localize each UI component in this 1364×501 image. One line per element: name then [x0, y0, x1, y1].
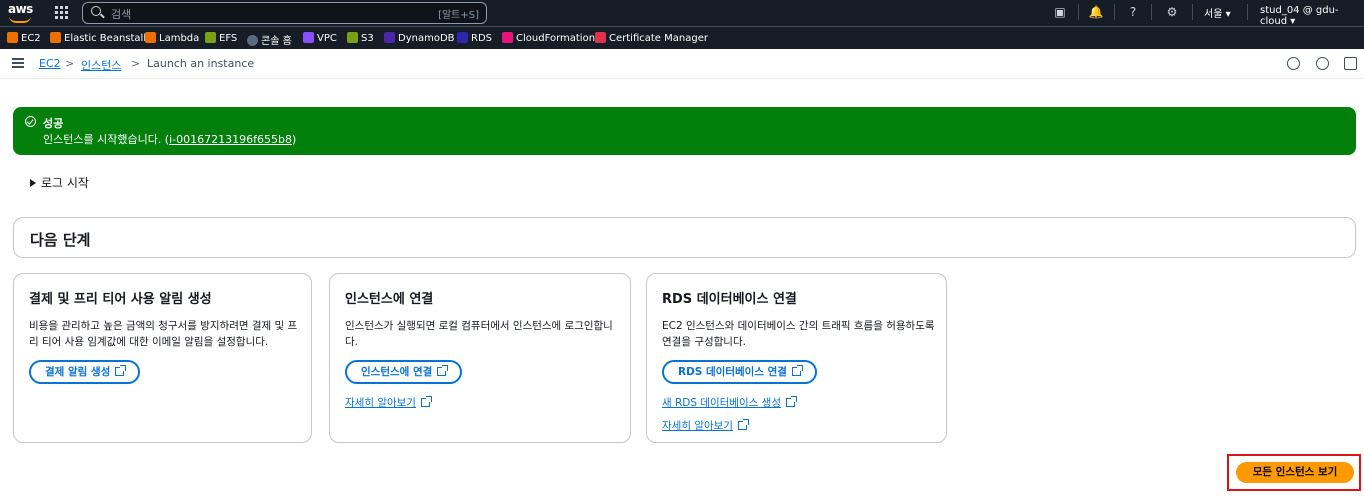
ec2-icon: [7, 32, 18, 43]
favorite-elastic-beanstalk[interactable]: Elastic Beanstalk: [50, 32, 149, 44]
connect-instance-button[interactable]: 인스턴스에 연결: [345, 360, 463, 384]
card-description: EC2 인스턴스와 데이터베이스 간의 트래픽 흐름을 허용하도록 연결을 구성…: [662, 320, 935, 348]
lambda-icon: [145, 32, 156, 43]
card-title: 결제 및 프리 티어 사용 알림 생성: [29, 292, 212, 307]
success-check-icon: [25, 116, 36, 127]
favorite-vpc[interactable]: VPC: [303, 32, 337, 44]
highlight-box: 모든 인스턴스 보기: [1227, 454, 1361, 491]
search-input[interactable]: 검색 [알트+S]: [82, 2, 487, 24]
external-link-icon: [737, 419, 749, 430]
settings-gear-icon[interactable]: ⚙: [1164, 4, 1180, 20]
favorite-ec2[interactable]: EC2: [7, 32, 41, 44]
launch-log-label: 로그 시작: [41, 176, 89, 190]
cloudformation-icon: [502, 32, 513, 43]
card-description: 인스턴스가 실행되면 로컬 컴퓨터에서 인스턴스에 로그인합니다.: [345, 320, 613, 348]
connect-rds-database-button[interactable]: RDS 데이터베이스 연결: [662, 360, 817, 384]
caret-right-icon: [30, 179, 36, 187]
rds-icon: [457, 32, 468, 43]
flash-title: 성공: [43, 117, 64, 130]
notifications-bell-icon[interactable]: 🔔: [1088, 4, 1104, 20]
external-link-icon: [791, 365, 803, 376]
search-placeholder: 검색: [111, 8, 132, 21]
instance-id-link[interactable]: i-00167213196f655b8: [169, 133, 292, 146]
billing-alert-card: 결제 및 프리 티어 사용 알림 생성 비용을 관리하고 높은 금액의 청구서를…: [13, 273, 312, 443]
search-icon: [91, 6, 101, 16]
help-icon[interactable]: ?: [1125, 4, 1141, 20]
rds-connect-card: RDS 데이터베이스 연결 EC2 인스턴스와 데이터베이스 간의 트래픽 흐름…: [646, 273, 947, 443]
favorite-certificate-manager[interactable]: Certificate Manager: [595, 32, 708, 44]
view-all-instances-button[interactable]: 모든 인스턴스 보기: [1236, 462, 1354, 483]
card-title: 인스턴스에 연결: [345, 292, 434, 307]
favorite-lambda[interactable]: Lambda: [145, 32, 199, 44]
favorite-cloudformation[interactable]: CloudFormation: [502, 32, 595, 44]
launch-log-expander[interactable]: 로그 시작: [30, 174, 89, 191]
region-selector[interactable]: 서울 ▾: [1204, 5, 1231, 20]
create-rds-database-link[interactable]: 새 RDS 데이터베이스 생성: [662, 395, 797, 410]
top-navigation: aws 검색 [알트+S] ▣ 🔔 ? ⚙ 서울 ▾ stud_04 @ gdu…: [0, 0, 1364, 27]
dynamodb-icon: [384, 32, 395, 43]
external-link-icon: [420, 396, 432, 407]
search-shortcut: [알트+S]: [438, 10, 479, 21]
favorite-console-home[interactable]: 콘솔 홈: [247, 32, 292, 47]
breadcrumb-bar: EC2 > 인스턴스 > Launch an instance: [0, 48, 1364, 79]
flash-message: 인스턴스를 시작했습니다. (i-00167213196f655b8): [43, 133, 297, 146]
connect-instance-card: 인스턴스에 연결 인스턴스가 실행되면 로컬 컴퓨터에서 인스턴스에 로그인합니…: [329, 273, 631, 443]
vpc-icon: [303, 32, 314, 43]
efs-icon: [205, 32, 216, 43]
cloudshell-icon[interactable]: ▣: [1052, 4, 1068, 20]
display-settings-icon[interactable]: [1344, 57, 1357, 70]
elastic-beanstalk-icon: [50, 32, 61, 43]
favorite-dynamodb[interactable]: DynamoDB: [384, 32, 455, 44]
breadcrumb-separator-icon: >: [65, 57, 75, 70]
learn-more-link[interactable]: 자세히 알아보기: [345, 395, 432, 410]
favorite-s3[interactable]: S3: [347, 32, 374, 44]
favorite-rds[interactable]: RDS: [457, 32, 492, 44]
console-home-icon: [247, 35, 258, 46]
external-link-icon: [786, 396, 797, 407]
success-flash-banner: 성공 인스턴스를 시작했습니다. (i-00167213196f655b8): [13, 107, 1356, 155]
favorites-bar: EC2 Elastic Beanstalk Lambda EFS 콘솔 홈 VP…: [0, 26, 1364, 49]
breadcrumb-current: Launch an instance: [147, 57, 255, 70]
favorite-efs[interactable]: EFS: [205, 32, 237, 44]
external-link-icon: [437, 365, 449, 376]
next-steps-header: 다음 단계: [13, 217, 1356, 258]
aws-logo[interactable]: aws: [8, 2, 33, 23]
card-title: RDS 데이터베이스 연결: [662, 292, 797, 307]
external-link-icon: [115, 365, 127, 376]
breadcrumb-ec2[interactable]: EC2: [39, 57, 61, 70]
breadcrumb-instances[interactable]: 인스턴스: [81, 57, 121, 73]
aws-logo-text: aws: [8, 2, 33, 16]
feedback-icon[interactable]: [1316, 57, 1329, 70]
s3-icon: [347, 32, 358, 43]
info-icon[interactable]: [1287, 57, 1300, 70]
card-description: 비용을 관리하고 높은 금액의 청구서를 방지하려면 결제 및 프리 티어 사용…: [29, 320, 298, 348]
breadcrumb-separator-icon: >: [131, 57, 141, 70]
services-grid-icon[interactable]: [55, 6, 69, 20]
menu-hamburger-icon[interactable]: [12, 58, 24, 68]
next-steps-title: 다음 단계: [30, 231, 91, 249]
create-billing-alert-button[interactable]: 결제 알림 생성: [29, 360, 141, 384]
certificate-manager-icon: [595, 32, 606, 43]
account-menu[interactable]: stud_04 @ gdu-cloud ▾: [1260, 5, 1364, 27]
learn-more-link[interactable]: 자세히 알아보기: [662, 418, 749, 433]
